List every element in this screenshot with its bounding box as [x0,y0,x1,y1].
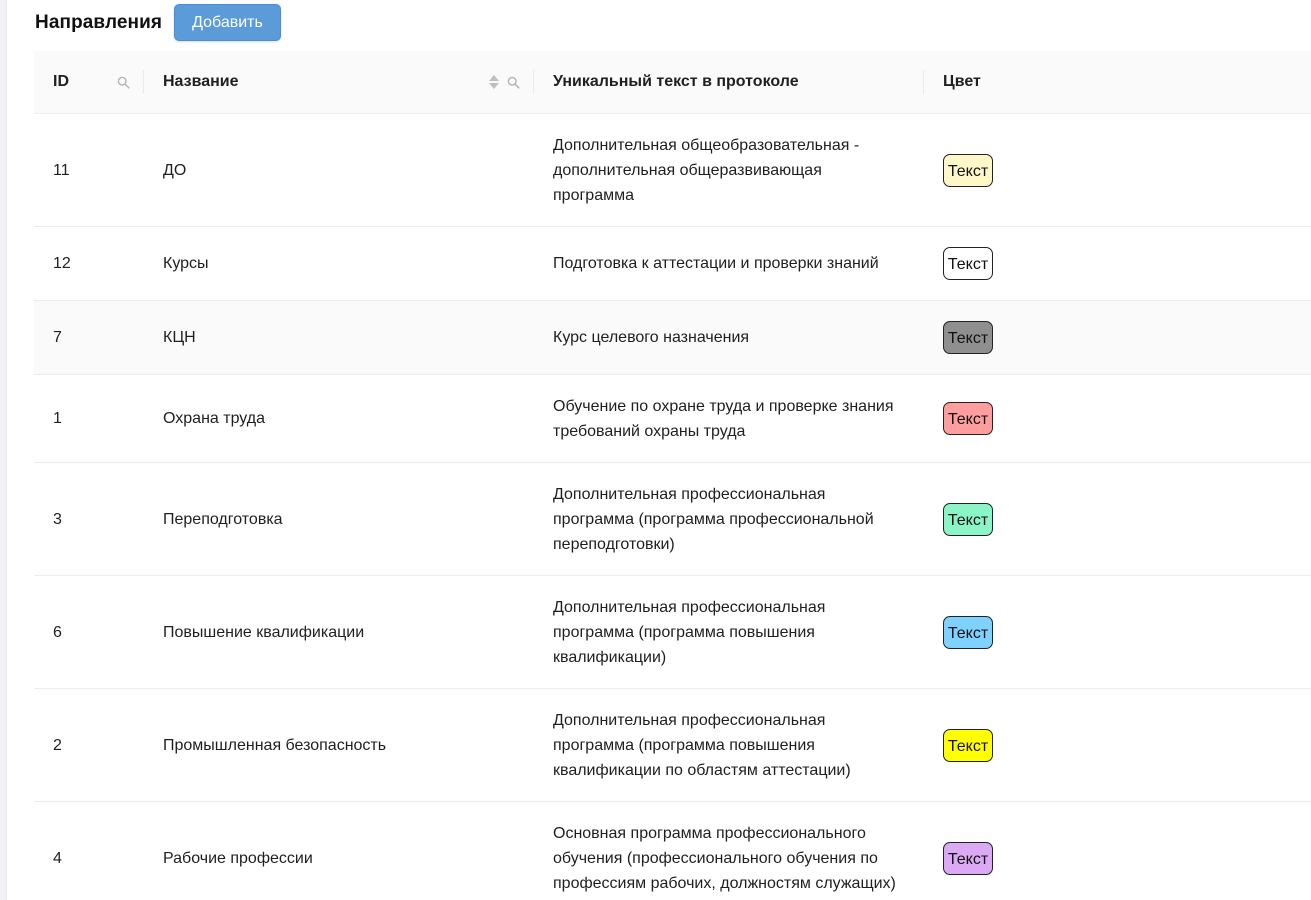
cell-color: Текст [924,688,1311,802]
cell-name: ДО [144,113,534,227]
table-row[interactable]: 12 Курсы Подготовка к аттестации и прове… [34,226,1311,301]
column-header-text: Уникальный текст в протоколе [534,51,924,114]
color-badge: Текст [943,502,993,536]
table-row[interactable]: 4 Рабочие профессии Основная программа п… [34,801,1311,900]
cell-id: 6 [34,575,144,689]
sort-icon[interactable] [489,75,499,89]
table-row[interactable]: 6 Повышение квалификации Дополнительная … [34,575,1311,689]
cell-protocol-text: Дополнительная общеобразовательная - доп… [534,113,924,227]
cell-protocol-text: Дополнительная профессиональная программ… [534,688,924,802]
search-icon[interactable] [117,76,130,89]
cell-protocol-text: Дополнительная профессиональная программ… [534,462,924,576]
table-body: 11 ДО Дополнительная общеобразовательная… [34,113,1311,900]
color-badge: Текст [943,247,993,280]
cell-id: 3 [34,462,144,576]
cell-name: Повышение квалификации [144,575,534,689]
cell-protocol-text: Дополнительная профессиональная программ… [534,575,924,689]
cell-name: Охрана труда [144,374,534,463]
cell-color: Текст [924,374,1311,463]
cell-color: Текст [924,226,1311,301]
cell-color: Текст [924,300,1311,375]
sidebar-edge [0,0,7,900]
cell-protocol-text: Обучение по охране труда и проверке знан… [534,374,924,463]
table-row[interactable]: 3 Переподготовка Дополнительная професси… [34,462,1311,576]
cell-id: 12 [34,226,144,301]
directions-table: ID Название Уникальный текст в протоколе… [34,51,1311,900]
color-badge: Текст [943,321,993,354]
cell-name: Переподготовка [144,462,534,576]
cell-name: Промышленная безопасность [144,688,534,802]
cell-color: Текст [924,462,1311,576]
color-badge: Текст [943,615,993,649]
cell-id: 2 [34,688,144,802]
cell-id: 7 [34,300,144,375]
search-icon[interactable] [507,76,520,89]
directions-table-container: ID Название Уникальный текст в протоколе… [34,51,1311,900]
page-title: Направления [35,11,163,33]
add-button[interactable]: Добавить [174,4,281,41]
page-header: Направления Добавить [35,4,281,41]
cell-color: Текст [924,113,1311,227]
cell-name: КЦН [144,300,534,375]
column-header-id: ID [34,51,144,114]
color-badge: Текст [943,402,993,435]
color-badge: Текст [943,841,993,875]
cell-protocol-text: Курс целевого назначения [534,300,924,375]
table-row[interactable]: 1 Охрана труда Обучение по охране труда … [34,374,1311,463]
cell-id: 11 [34,113,144,227]
table-row[interactable]: 7 КЦН Курс целевого назначения Текст [34,300,1311,375]
cell-name: Рабочие профессии [144,801,534,900]
column-header-id-label: ID [53,73,69,90]
column-header-name-label: Название [163,73,239,90]
cell-protocol-text: Основная программа профессионального обу… [534,801,924,900]
color-badge: Текст [943,153,993,187]
cell-name: Курсы [144,226,534,301]
table-row[interactable]: 2 Промышленная безопасность Дополнительн… [34,688,1311,802]
column-header-text-label: Уникальный текст в протоколе [553,73,799,90]
table-header: ID Название Уникальный текст в протоколе… [34,51,1311,114]
cell-id: 1 [34,374,144,463]
cell-protocol-text: Подготовка к аттестации и проверки знани… [534,226,924,301]
column-header-color: Цвет [924,51,1311,114]
cell-id: 4 [34,801,144,900]
cell-color: Текст [924,801,1311,900]
column-header-name: Название [144,51,534,114]
table-row[interactable]: 11 ДО Дополнительная общеобразовательная… [34,113,1311,227]
color-badge: Текст [943,728,993,762]
column-header-color-label: Цвет [943,73,981,90]
cell-color: Текст [924,575,1311,689]
page: Направления Добавить ID Название Уникаль… [0,0,1311,900]
